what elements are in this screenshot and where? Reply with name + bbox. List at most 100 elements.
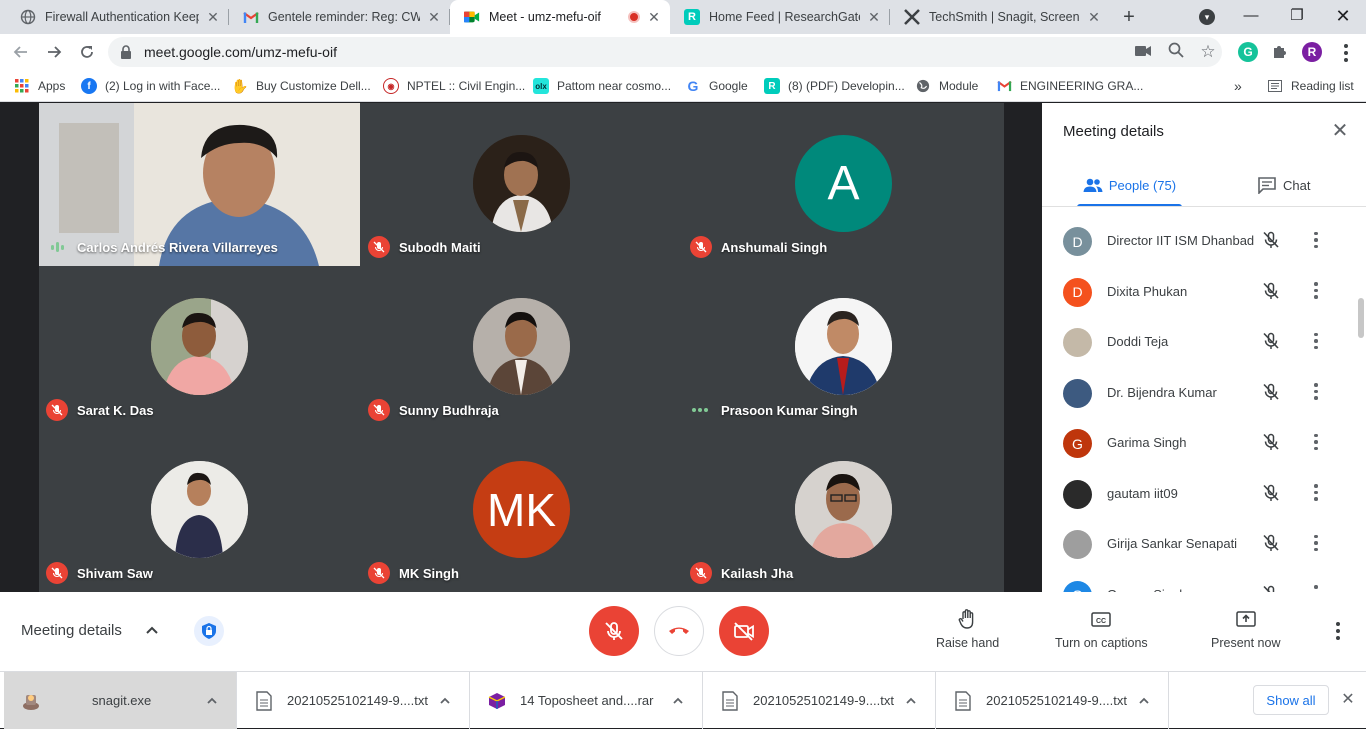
- participant-tile[interactable]: Shivam Saw: [39, 429, 360, 592]
- mic-off-icon[interactable]: [1261, 483, 1281, 503]
- browser-tab[interactable]: R Home Feed | ResearchGate ✕: [670, 0, 890, 34]
- camera-toggle-button[interactable]: [719, 606, 769, 656]
- bookmark-apps[interactable]: Apps: [14, 76, 65, 96]
- participant-list-item[interactable]: D Director IIT ISM Dhanbad: [1042, 216, 1366, 266]
- participant-more-options-icon[interactable]: [1308, 331, 1324, 351]
- participant-more-options-icon[interactable]: [1308, 382, 1324, 402]
- mic-off-icon[interactable]: [1261, 432, 1281, 452]
- mic-off-icon[interactable]: [1261, 331, 1281, 351]
- extensions-puzzle-icon[interactable]: [1270, 42, 1290, 62]
- panel-close-icon[interactable]: ✕: [1329, 120, 1351, 142]
- more-options-icon[interactable]: [1330, 622, 1346, 642]
- participant-more-options-icon[interactable]: [1308, 584, 1324, 592]
- address-bar[interactable]: meet.google.com/umz-mefu-oif: [108, 37, 1222, 67]
- participant-more-options-icon[interactable]: [1308, 281, 1324, 301]
- download-item[interactable]: 20210525102149-9....txt: [703, 672, 936, 729]
- mic-off-icon: [46, 399, 68, 421]
- meeting-details-button[interactable]: Meeting details: [21, 622, 122, 639]
- participant-more-options-icon[interactable]: [1308, 230, 1324, 250]
- bookmark-engineering[interactable]: ENGINEERING GRA...: [996, 76, 1143, 96]
- zoom-icon[interactable]: [1166, 42, 1186, 62]
- browser-tab[interactable]: Gentele reminder: Reg: CWRN ✕: [229, 0, 450, 34]
- minimize-icon[interactable]: —: [1239, 4, 1263, 28]
- participant-more-options-icon[interactable]: [1308, 533, 1324, 553]
- window-close-icon[interactable]: ✕: [1331, 4, 1355, 28]
- download-options-chevron-icon[interactable]: [205, 694, 219, 708]
- participant-list-item[interactable]: Girija Sankar Senapati: [1042, 519, 1366, 569]
- people-list-scrollbar[interactable]: [1358, 298, 1364, 338]
- tab-close-icon[interactable]: ✕: [646, 9, 662, 26]
- download-item[interactable]: 14 Toposheet and....rar: [470, 672, 703, 729]
- browser-tab-active[interactable]: Meet - umz-mefu-oif ✕: [450, 0, 670, 34]
- participant-tile[interactable]: Prasoon Kumar Singh: [683, 266, 1004, 429]
- bookmark-dell[interactable]: ✋ Buy Customize Dell...: [231, 76, 370, 96]
- tab-close-icon[interactable]: ✕: [205, 9, 221, 26]
- mic-off-icon[interactable]: [1261, 281, 1281, 301]
- participant-list-item[interactable]: D Dixita Phukan: [1042, 267, 1366, 317]
- participant-more-options-icon[interactable]: [1308, 432, 1324, 452]
- browser-tab[interactable]: Firewall Authentication Keepa ✕: [6, 0, 229, 34]
- back-arrow-icon[interactable]: [9, 40, 33, 64]
- chevron-up-icon[interactable]: [144, 622, 160, 638]
- tab-close-icon[interactable]: ✕: [426, 9, 442, 26]
- host-controls-button[interactable]: [194, 616, 224, 646]
- mic-off-icon[interactable]: [1261, 382, 1281, 402]
- bookmark-google[interactable]: G Google: [685, 76, 748, 96]
- show-all-downloads-button[interactable]: Show all: [1253, 685, 1329, 715]
- browser-menu-icon[interactable]: [1338, 44, 1354, 64]
- participant-tile[interactable]: Kailash Jha: [683, 429, 1004, 592]
- bookmark-researchgate[interactable]: R (8) (PDF) Developin...: [764, 76, 905, 96]
- grammarly-icon[interactable]: G: [1238, 42, 1258, 62]
- bookmark-facebook[interactable]: f (2) Log in with Face...: [81, 76, 220, 96]
- download-filename: snagit.exe: [92, 693, 152, 708]
- forward-arrow-icon[interactable]: [42, 40, 66, 64]
- download-options-chevron-icon[interactable]: [671, 694, 685, 708]
- people-icon: [1083, 178, 1103, 192]
- bookmark-module[interactable]: Module: [915, 76, 978, 96]
- profile-avatar[interactable]: R: [1302, 42, 1322, 62]
- tab-close-icon[interactable]: ✕: [1086, 9, 1102, 26]
- more-bookmarks-chevron-icon[interactable]: »: [1234, 76, 1242, 96]
- reading-list-button[interactable]: Reading list: [1267, 76, 1354, 96]
- participant-list-item[interactable]: G Garima Singh: [1042, 418, 1366, 468]
- new-tab-button[interactable]: +: [1118, 6, 1140, 28]
- download-item[interactable]: 20210525102149-9....txt: [237, 672, 470, 729]
- participant-tile[interactable]: Carlos Andrés Rivera Villarreyes: [39, 103, 360, 266]
- participant-tile[interactable]: MK MK Singh: [361, 429, 682, 592]
- bookmark-nptel[interactable]: ◉ NPTEL :: Civil Engin...: [383, 76, 525, 96]
- raise-hand-button[interactable]: Raise hand: [936, 608, 999, 650]
- microphone-toggle-button[interactable]: [589, 606, 639, 656]
- tab-people[interactable]: People (75): [1077, 165, 1182, 207]
- participant-tile[interactable]: Sarat K. Das: [39, 266, 360, 429]
- lock-icon[interactable]: [120, 45, 132, 59]
- bookmark-star-icon[interactable]: ☆: [1198, 42, 1218, 62]
- browser-tab[interactable]: TechSmith | Snagit, Screen Ca ✕: [890, 0, 1110, 34]
- participant-tile[interactable]: A Anshumali Singh: [683, 103, 1004, 266]
- reload-icon[interactable]: [75, 40, 99, 64]
- mic-off-icon[interactable]: [1261, 230, 1281, 250]
- mic-off-icon[interactable]: [1261, 533, 1281, 553]
- download-options-chevron-icon[interactable]: [438, 694, 452, 708]
- tab-close-icon[interactable]: ✕: [866, 9, 882, 26]
- tab-chat[interactable]: Chat: [1257, 165, 1327, 205]
- participant-list-item[interactable]: Dr. Bijendra Kumar: [1042, 368, 1366, 418]
- download-item[interactable]: snagit.exe: [4, 672, 237, 729]
- download-options-chevron-icon[interactable]: [1137, 694, 1151, 708]
- participant-more-options-icon[interactable]: [1308, 483, 1324, 503]
- restore-icon[interactable]: ❐: [1285, 4, 1309, 28]
- download-item[interactable]: 20210525102149-9....txt: [936, 672, 1169, 729]
- bookmark-olx[interactable]: olx Pattom near cosmo...: [533, 76, 671, 96]
- tab-search-icon[interactable]: ▾: [1199, 9, 1215, 25]
- camera-in-use-icon[interactable]: [1133, 42, 1153, 62]
- captions-button[interactable]: CC Turn on captions: [1055, 608, 1148, 650]
- participant-list-item[interactable]: Doddi Teja: [1042, 317, 1366, 367]
- participant-tile[interactable]: Sunny Budhraja: [361, 266, 682, 429]
- participant-list-item[interactable]: GGaurav Singh: [1042, 570, 1366, 592]
- present-now-button[interactable]: Present now: [1211, 608, 1280, 650]
- close-download-shelf-icon[interactable]: ✕: [1338, 690, 1358, 710]
- participant-list-item[interactable]: gautam iit09: [1042, 469, 1366, 519]
- participant-tile[interactable]: Subodh Maiti: [361, 103, 682, 266]
- leave-call-button[interactable]: [654, 606, 704, 656]
- mic-off-icon[interactable]: [1261, 584, 1281, 592]
- download-options-chevron-icon[interactable]: [904, 694, 918, 708]
